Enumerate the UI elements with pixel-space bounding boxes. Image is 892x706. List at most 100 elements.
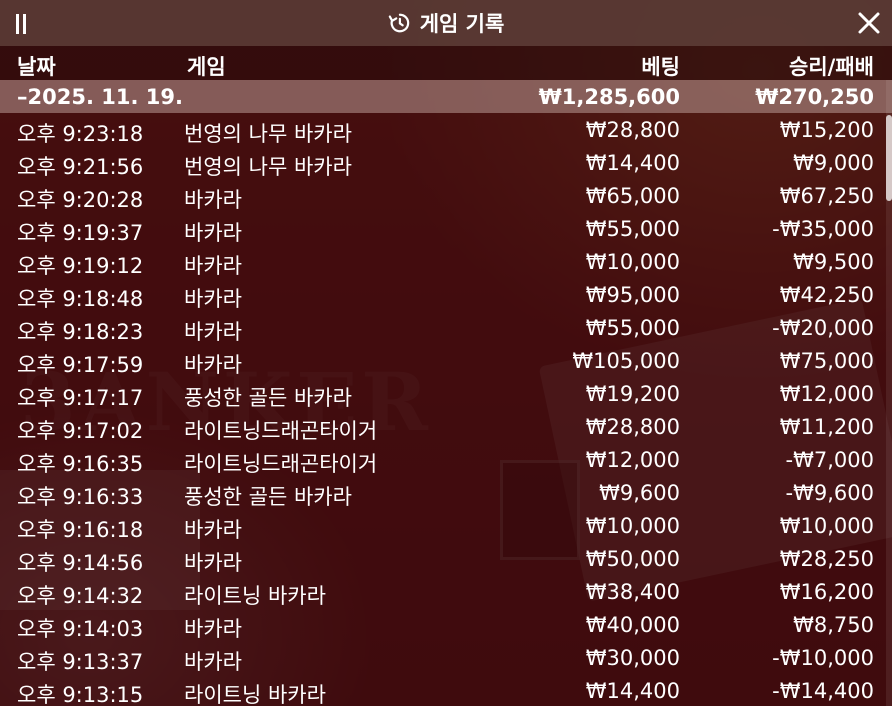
table-row[interactable]: 오후 9:23:18 번영의 나무 바카라 ₩28,800 ₩15,200 [0, 113, 892, 146]
column-header-date[interactable]: 날짜 [17, 51, 56, 81]
table-row[interactable]: 오후 9:18:48 바카라 ₩95,000 ₩42,250 [0, 278, 892, 311]
row-result: -₩20,000 [772, 316, 874, 340]
row-bet: ₩65,000 [585, 184, 680, 208]
column-header-bet[interactable]: 베팅 [641, 51, 680, 81]
row-bet: ₩12,000 [585, 448, 680, 472]
row-game: 바카라 [184, 254, 242, 278]
row-time: 오후 9:18:23 [17, 320, 144, 344]
row-result: ₩9,000 [793, 151, 874, 175]
row-time: 오후 9:14:56 [17, 551, 144, 575]
table-row[interactable]: 오후 9:21:56 번영의 나무 바카라 ₩14,400 ₩9,000 [0, 146, 892, 179]
row-result: ₩67,250 [779, 184, 874, 208]
row-game: 풍성한 골든 바카라 [184, 386, 352, 410]
table-row[interactable]: 오후 9:16:35 라이트닝드래곤타이거 ₩12,000 -₩7,000 [0, 443, 892, 476]
table-row[interactable]: 오후 9:16:33 풍성한 골든 바카라 ₩9,600 -₩9,600 [0, 476, 892, 509]
row-bet: ₩30,000 [585, 646, 680, 670]
row-bet: ₩55,000 [585, 316, 680, 340]
row-bet: ₩50,000 [585, 547, 680, 571]
row-bet: ₩28,800 [585, 118, 680, 142]
row-time: 오후 9:21:56 [17, 155, 144, 179]
row-result: ₩42,250 [779, 283, 874, 307]
row-result: -₩35,000 [772, 217, 874, 241]
row-bet: ₩19,200 [585, 382, 680, 406]
row-bet: ₩40,000 [585, 613, 680, 637]
history-icon [388, 13, 409, 33]
row-time: 오후 9:16:35 [17, 452, 144, 476]
title-bar: 게임 기록 [0, 0, 892, 46]
table-row[interactable]: 오후 9:17:59 바카라 ₩105,000 ₩75,000 [0, 344, 892, 377]
row-bet: ₩55,000 [585, 217, 680, 241]
row-bet: ₩10,000 [585, 250, 680, 274]
table-row[interactable]: 오후 9:17:17 풍성한 골든 바카라 ₩19,200 ₩12,000 [0, 377, 892, 410]
row-game: 번영의 나무 바카라 [184, 122, 352, 146]
row-bet: ₩105,000 [572, 349, 680, 373]
row-game: 바카라 [184, 188, 242, 212]
row-time: 오후 9:16:33 [17, 485, 144, 509]
row-time: 오후 9:13:15 [17, 683, 144, 706]
row-bet: ₩10,000 [585, 514, 680, 538]
table-row[interactable]: 오후 9:14:03 바카라 ₩40,000 ₩8,750 [0, 608, 892, 641]
column-header-win-loss[interactable]: 승리/패배 [789, 51, 874, 81]
row-result: -₩14,400 [772, 679, 874, 703]
table-row[interactable]: 오후 9:14:32 라이트닝 바카라 ₩38,400 ₩16,200 [0, 575, 892, 608]
row-result: ₩10,000 [779, 514, 874, 538]
row-time: 오후 9:17:02 [17, 419, 144, 443]
row-game: 바카라 [184, 617, 242, 641]
group-bet-total: ₩1,285,600 [538, 85, 680, 109]
table-row[interactable]: 오후 9:14:56 바카라 ₩50,000 ₩28,250 [0, 542, 892, 575]
pause-icon[interactable] [16, 14, 30, 34]
row-bet: ₩95,000 [585, 283, 680, 307]
page-title: 게임 기록 [419, 12, 505, 36]
row-game: 바카라 [184, 518, 242, 542]
row-result: -₩9,600 [785, 481, 874, 505]
row-game: 번영의 나무 바카라 [184, 155, 352, 179]
row-game: 바카라 [184, 221, 242, 245]
scrollbar-thumb[interactable] [886, 115, 892, 201]
row-bet: ₩14,400 [585, 151, 680, 175]
group-date: –2025. 11. 19. [17, 85, 183, 109]
row-game: 바카라 [184, 353, 242, 377]
row-time: 오후 9:23:18 [17, 122, 144, 146]
game-history-panel: 게임 기록 날짜 게임 베팅 승리/패배 –2025. 11. 19. ₩1,2… [0, 0, 892, 706]
date-group-row[interactable]: –2025. 11. 19. ₩1,285,600 ₩270,250 [0, 80, 892, 113]
row-game: 라이트닝 바카라 [184, 683, 326, 706]
row-result: ₩11,200 [779, 415, 874, 439]
table-row[interactable]: 오후 9:13:37 바카라 ₩30,000 -₩10,000 [0, 641, 892, 674]
row-result: -₩7,000 [785, 448, 874, 472]
table-row[interactable]: 오후 9:19:37 바카라 ₩55,000 -₩35,000 [0, 212, 892, 245]
row-game: 바카라 [184, 650, 242, 674]
row-time: 오후 9:19:12 [17, 254, 144, 278]
table-header: 날짜 게임 베팅 승리/패배 [0, 46, 892, 80]
row-time: 오후 9:19:37 [17, 221, 144, 245]
row-time: 오후 9:17:59 [17, 353, 144, 377]
table-row[interactable]: 오후 9:16:18 바카라 ₩10,000 ₩10,000 [0, 509, 892, 542]
row-time: 오후 9:16:18 [17, 518, 144, 542]
row-game: 바카라 [184, 320, 242, 344]
row-result: ₩28,250 [779, 547, 874, 571]
table-row[interactable]: 오후 9:13:15 라이트닝 바카라 ₩14,400 -₩14,400 [0, 674, 892, 706]
table-row[interactable]: 오후 9:19:12 바카라 ₩10,000 ₩9,500 [0, 245, 892, 278]
row-result: ₩9,500 [793, 250, 874, 274]
row-game: 라이트닝 바카라 [184, 584, 326, 608]
row-result: -₩10,000 [772, 646, 874, 670]
close-icon[interactable] [856, 10, 882, 36]
row-time: 오후 9:14:03 [17, 617, 144, 641]
row-time: 오후 9:17:17 [17, 386, 144, 410]
row-game: 바카라 [184, 287, 242, 311]
row-result: ₩16,200 [779, 580, 874, 604]
row-game: 라이트닝드래곤타이거 [184, 452, 378, 476]
row-time: 오후 9:20:28 [17, 188, 144, 212]
table-row[interactable]: 오후 9:18:23 바카라 ₩55,000 -₩20,000 [0, 311, 892, 344]
row-time: 오후 9:14:32 [17, 584, 144, 608]
row-bet: ₩9,600 [599, 481, 680, 505]
row-game: 풍성한 골든 바카라 [184, 485, 352, 509]
group-win-total: ₩270,250 [755, 85, 874, 109]
row-time: 오후 9:18:48 [17, 287, 144, 311]
row-result: ₩12,000 [779, 382, 874, 406]
column-header-game[interactable]: 게임 [187, 51, 226, 81]
row-result: ₩75,000 [779, 349, 874, 373]
table-row[interactable]: 오후 9:20:28 바카라 ₩65,000 ₩67,250 [0, 179, 892, 212]
row-bet: ₩14,400 [585, 679, 680, 703]
table-row[interactable]: 오후 9:17:02 라이트닝드래곤타이거 ₩28,800 ₩11,200 [0, 410, 892, 443]
row-game: 라이트닝드래곤타이거 [184, 419, 378, 443]
